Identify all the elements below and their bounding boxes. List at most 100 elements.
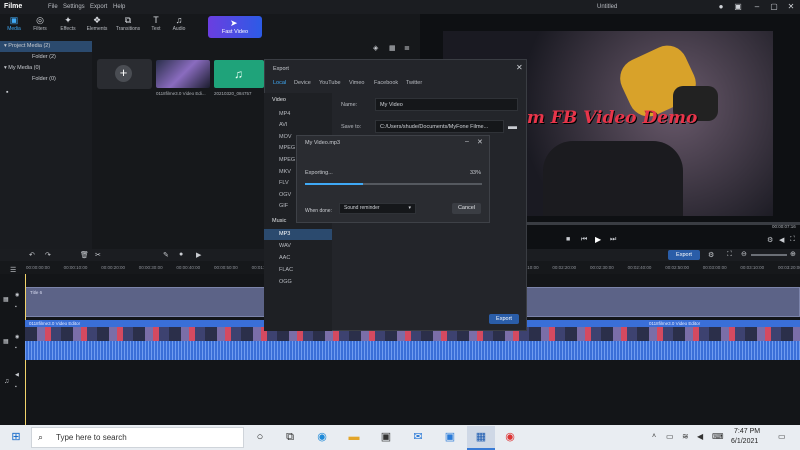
clock-time[interactable]: 7:47 PM <box>734 428 760 435</box>
snapshot-icon[interactable]: ⚙ <box>767 236 773 244</box>
keyboard-icon[interactable]: ⌨ <box>712 432 724 441</box>
when-done-select[interactable]: Sound reminder ▾ <box>339 203 416 214</box>
maximize-icon[interactable]: ▢ <box>767 1 781 13</box>
tree-project-media[interactable]: ▾ Project Media (2) <box>0 41 92 52</box>
record-icon[interactable]: ▶ <box>196 251 201 259</box>
export-button[interactable]: Export <box>489 314 519 324</box>
close-icon[interactable]: ✕ <box>784 1 798 13</box>
prev-frame-icon[interactable]: ⏮ <box>581 236 587 244</box>
track-menu-icon[interactable]: ☰ <box>10 266 16 274</box>
format-mp4[interactable]: MP4 <box>279 111 290 117</box>
format-flv[interactable]: FLV <box>279 180 289 186</box>
tree-folder-my[interactable]: Folder (0) <box>0 74 92 85</box>
tool-media[interactable]: ▣ Media <box>1 14 27 39</box>
split-icon[interactable]: ✂ <box>95 251 101 259</box>
format-mp3[interactable]: MP3 <box>264 229 332 240</box>
next-frame-icon[interactable]: ⏭ <box>610 236 616 244</box>
tool-effects[interactable]: ✦ Effects <box>55 14 81 39</box>
format-ogg[interactable]: OGG <box>279 279 292 285</box>
clock-date[interactable]: 6/1/2021 <box>731 438 758 445</box>
format-wav[interactable]: WAV <box>279 243 291 249</box>
menu-settings[interactable]: Settings <box>63 4 85 10</box>
mail-icon[interactable]: ✉ <box>410 429 426 445</box>
menu-help[interactable]: Help <box>113 4 125 10</box>
windows-start-icon[interactable]: ⊞ <box>8 429 24 445</box>
render-icon[interactable]: ⚙ <box>708 251 714 259</box>
tab-twitter[interactable]: Twitter <box>406 80 422 86</box>
tab-youtube[interactable]: YouTube <box>319 80 341 86</box>
cortana-icon[interactable]: ○ <box>252 429 268 445</box>
fit-icon[interactable]: ⛶ <box>727 251 732 259</box>
format-mkv[interactable]: MKV <box>279 169 291 175</box>
app-icon[interactable]: ▣ <box>442 429 458 445</box>
chevron-up-icon[interactable]: ˄ <box>652 433 656 440</box>
tree-folder-project[interactable]: Folder (2) <box>0 52 92 63</box>
fast-video-button[interactable]: ➤ Fast Video <box>208 16 262 38</box>
recorder-icon[interactable]: ◉ <box>502 429 518 445</box>
tab-vimeo[interactable]: Vimeo <box>349 80 365 86</box>
new-folder-icon[interactable]: ▪ <box>6 89 8 96</box>
eye-icon[interactable]: ◉ <box>15 334 19 340</box>
format-mov[interactable]: MOV <box>279 134 292 140</box>
volume-tray-icon[interactable]: ◀ <box>697 432 703 441</box>
save-to-field[interactable]: C:/Users/shude/Documents/MyFone Filme... <box>375 120 504 133</box>
lock-icon[interactable]: ▪ <box>15 384 17 390</box>
network-icon[interactable]: ▭ <box>666 432 674 441</box>
edge-icon[interactable]: ◉ <box>314 429 330 445</box>
eye-icon[interactable]: ◉ <box>15 292 19 298</box>
lock-icon[interactable]: ▪ <box>15 304 17 310</box>
import-media-button[interactable]: + <box>97 59 152 89</box>
notifications-icon[interactable]: ▭ <box>778 432 786 441</box>
cart-icon[interactable]: ▣ <box>731 1 745 13</box>
media-thumb-video[interactable] <box>156 60 210 88</box>
taskbar-search-input[interactable]: Type here to search <box>31 427 244 448</box>
tool-filters[interactable]: ◎ Filters <box>27 14 53 39</box>
tool-transitions[interactable]: ⧉ Transitions <box>115 14 141 39</box>
volume-icon[interactable]: ◀ <box>779 236 784 244</box>
tab-facebook[interactable]: Facebook <box>374 80 398 86</box>
minimize-icon[interactable]: – <box>750 1 764 13</box>
lock-icon[interactable]: ▪ <box>15 345 17 351</box>
minimize-icon[interactable]: – <box>465 138 469 145</box>
cancel-button[interactable]: Cancel <box>452 203 481 214</box>
delete-icon[interactable]: 🗑 <box>80 251 89 259</box>
store-icon[interactable]: ▣ <box>378 429 394 445</box>
wifi-icon[interactable]: ≋ <box>682 432 689 441</box>
close-icon[interactable]: ✕ <box>516 63 523 72</box>
mic-icon[interactable]: ● <box>179 251 183 258</box>
task-view-icon[interactable]: ⧉ <box>282 429 298 445</box>
zoom-slider[interactable] <box>751 254 787 256</box>
grid-icon[interactable]: ▦ <box>389 44 396 52</box>
format-gif[interactable]: GIF <box>279 203 288 209</box>
name-field[interactable]: My Video <box>375 98 518 111</box>
file-explorer-icon[interactable]: ▬ <box>346 429 362 445</box>
zoom-out-icon[interactable]: ⊖ <box>741 250 747 258</box>
tool-audio[interactable]: ♫ Audio <box>166 14 192 39</box>
stop-icon[interactable]: ■ <box>566 236 570 243</box>
format-flac[interactable]: FLAC <box>279 267 293 273</box>
tool-elements[interactable]: ❖ Elements <box>84 14 110 39</box>
format-mpeg[interactable]: MPEG <box>279 145 295 151</box>
speaker-icon[interactable]: ◀ <box>15 372 19 378</box>
folder-browse-icon[interactable]: ▬ <box>508 121 517 131</box>
play-button-icon[interactable]: ▶ <box>595 235 601 244</box>
close-icon[interactable]: ✕ <box>477 138 483 146</box>
tree-my-media[interactable]: ▾ My Media (0) <box>0 63 92 74</box>
edit-icon[interactable]: ✎ <box>163 251 169 259</box>
format-ogv[interactable]: OGV <box>279 192 291 198</box>
filme-taskbar-button[interactable]: ▦ <box>467 426 495 450</box>
undo-icon[interactable]: ↶ <box>29 251 35 259</box>
zoom-in-icon[interactable]: ⊕ <box>790 250 796 258</box>
list-icon[interactable]: ≣ <box>404 44 410 52</box>
tab-device[interactable]: Device <box>294 80 311 86</box>
menu-export[interactable]: Export <box>90 4 107 10</box>
layers-icon[interactable]: ◈ <box>373 44 378 52</box>
fullscreen-icon[interactable]: ⛶ <box>790 236 795 244</box>
timeline-export-button[interactable]: Export <box>668 250 700 260</box>
format-avi[interactable]: AVI <box>279 122 287 128</box>
format-aac[interactable]: AAC <box>279 255 290 261</box>
tab-local[interactable]: Local <box>273 80 286 86</box>
media-thumb-audio[interactable]: ♫ <box>214 60 264 88</box>
redo-icon[interactable]: ↷ <box>45 251 51 259</box>
menu-file[interactable]: File <box>48 4 58 10</box>
